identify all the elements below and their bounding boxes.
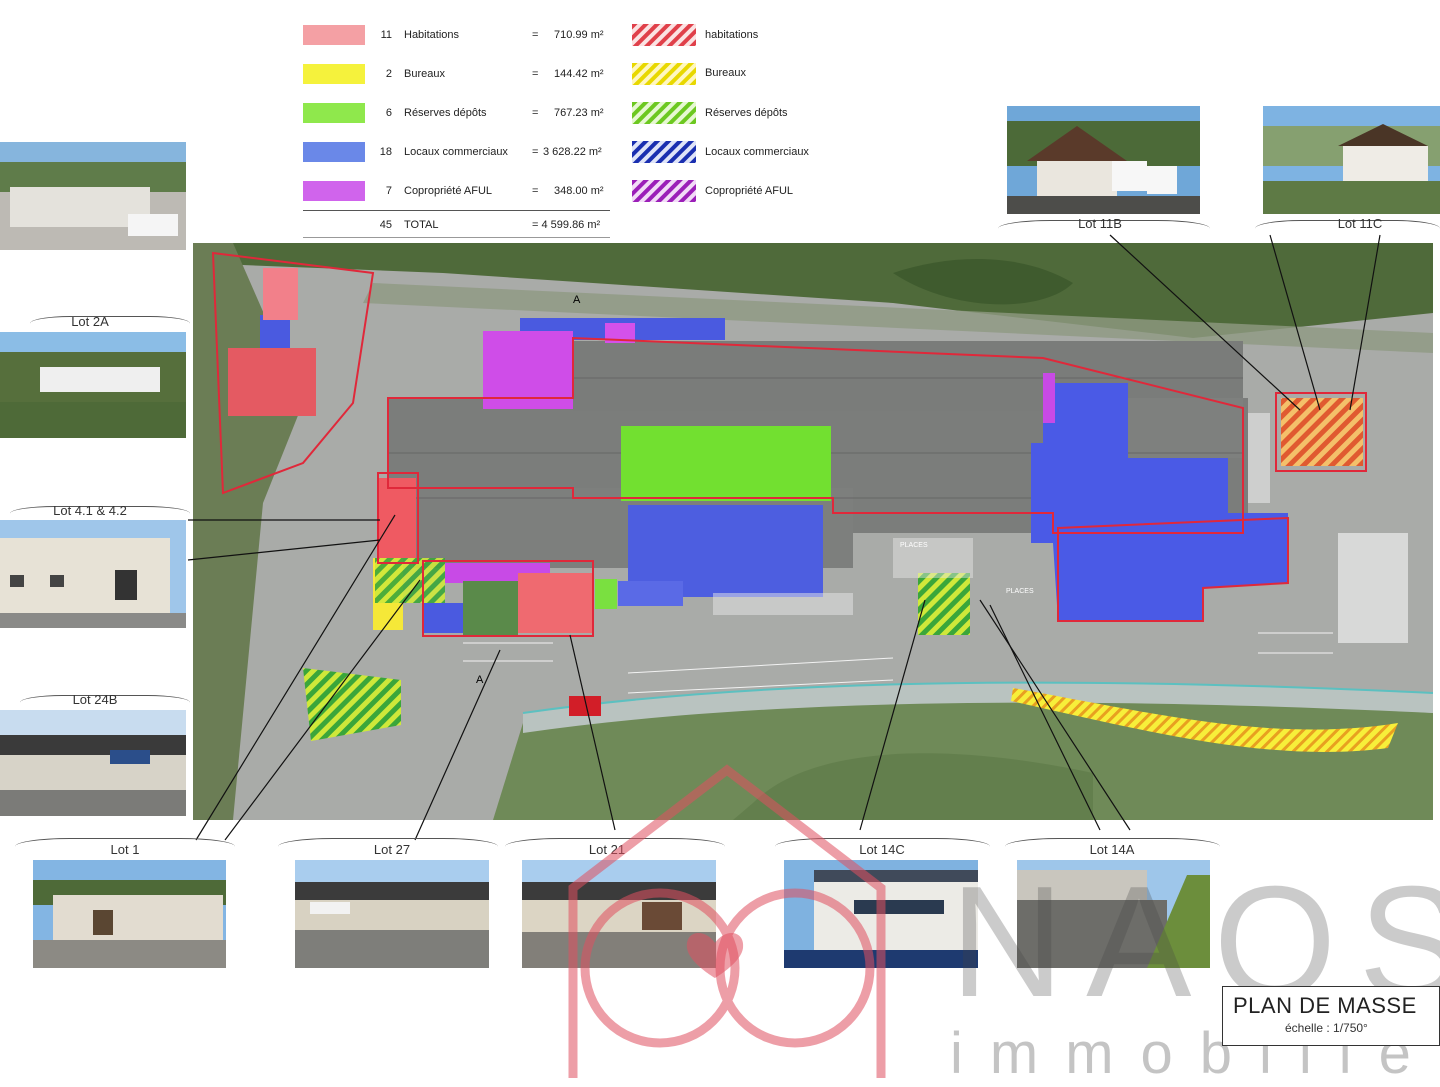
photo-lot-27 [295,860,489,968]
legend-eq: = [532,29,539,41]
lot-caption: Lot 2A [71,314,109,329]
legend-hatch-commerciaux [632,141,696,163]
plan-title-box: PLAN DE MASSE échelle : 1/750° [1222,986,1440,1046]
legend-hatch-label: Réserves dépôts [705,107,788,119]
legend-hatch-label: Bureaux [705,67,746,79]
zone-reserves-center [621,426,831,501]
legend-label: Locaux commerciaux [404,146,508,158]
legend-count: 2 [385,68,392,80]
section-marker-south: A [476,674,484,686]
legend-swatch-aful [303,181,365,201]
photo-lot-11c [1263,106,1440,214]
zone-habitations-nw [263,268,298,320]
legend-hatch-reserves [632,102,696,124]
legend-area: 144.42 m² [554,68,604,80]
legend-count: 18 [379,146,392,158]
legend-hatch-habitations [632,24,696,46]
legend-area: 348.00 m² [554,185,604,197]
zone-reserves-small [595,579,617,609]
legend-hatch-label: habitations [705,29,759,41]
zone-habitations-lot4 [378,478,416,558]
zone-aful-east [1043,373,1055,423]
lot-caption: Lot 24B [72,692,118,707]
legend-hatch-bureaux [632,63,696,85]
legend-swatch-commerciaux [303,142,365,162]
legend-area: 710.99 m² [554,29,604,41]
legend-hatch-label: Locaux commerciaux [705,146,809,158]
legend-hatch-label: Copropriété AFUL [705,185,794,197]
legend-swatch-bureaux [303,64,365,84]
plan-scale: échelle : 1/750° [1285,1021,1368,1035]
legend-area: 3 628.22 m² [543,146,602,158]
places-label: PLACES [900,542,928,549]
legend-eq: = [532,146,539,158]
legend-label: Copropriété AFUL [404,185,493,197]
zone-habitations-lot21 [518,573,593,633]
legend-bottom-divider [303,237,610,238]
lot-caption: Lot 27 [373,842,411,857]
photo-lot-2a-top [0,142,186,250]
zone-commerciaux-nw [260,315,290,353]
photo-lot-11b [1007,106,1200,214]
naos-logo-watermark [568,764,886,1078]
photo-lot-24b [0,710,186,816]
lot-caption: Lot 11C [1337,216,1383,231]
legend-count: 6 [385,107,392,119]
legend-area: 767.23 m² [554,107,604,119]
photo-lot-1 [33,860,226,968]
legend-eq: = [532,185,539,197]
map-marker-red [569,696,601,716]
legend-total-count: 45 [379,219,392,231]
zone-habitations-west [228,348,316,416]
legend-eq: = [532,68,539,80]
zone-hatch-lot4 [375,558,445,603]
zone-commerciaux-small [618,581,683,606]
section-marker-north: A [573,294,581,306]
aerial-site-plan: A A PLACES PLACES [193,243,1433,820]
legend-count: 11 [380,29,392,41]
legend-swatch-habitations [303,25,365,45]
legend-eq: = [532,107,539,119]
legend-count: 7 [385,185,392,197]
legend-total-label: TOTAL [404,219,439,231]
lot-caption: Lot 1 [110,842,140,857]
legend-total-area: = 4 599.86 m² [532,219,601,231]
zone-hatch-lot14c [918,573,970,635]
zone-hatch-lot11c [1281,398,1363,466]
photo-lot-4 [0,520,186,628]
photo-lot-2a [0,332,186,438]
legend-label: Bureaux [404,68,445,80]
legend-label: Habitations [404,29,460,41]
legend-hatch-aful [632,180,696,202]
legend-total-divider [303,210,610,211]
legend-swatch-reserves [303,103,365,123]
lot-caption: Lot 11B [1078,216,1122,231]
plan-title: PLAN DE MASSE [1233,993,1417,1018]
legend-label: Réserves dépôts [404,107,487,119]
zone-pool-area [463,581,518,636]
lot-caption: Lot 4.1 & 4.2 [53,503,127,518]
building-roof-east [1123,398,1243,458]
places-label: PLACES [1006,588,1034,595]
